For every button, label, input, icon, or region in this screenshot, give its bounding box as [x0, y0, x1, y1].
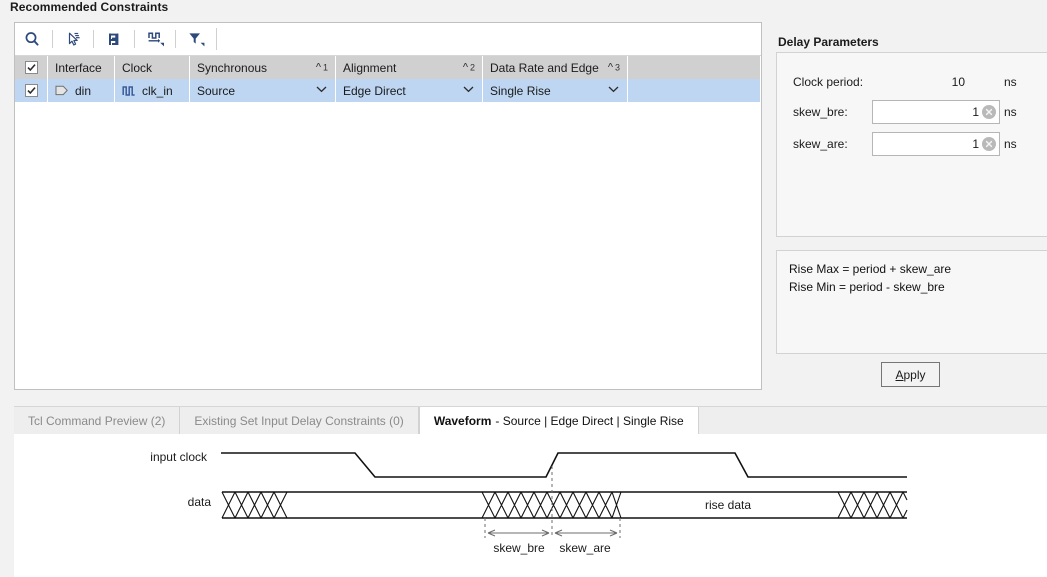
filter-icon[interactable]	[183, 27, 209, 51]
waveform-canvas: input clock data rise data skew_bre skew…	[14, 434, 1047, 577]
skew-bre-field[interactable]	[872, 100, 1000, 124]
tab-existing-set-input-delay-constraints[interactable]: Existing Set Input Delay Constraints (0)	[180, 407, 419, 434]
cell-interface-label: din	[75, 83, 92, 98]
select-all-checkbox[interactable]	[24, 61, 38, 74]
cell-clock[interactable]: clk_in	[115, 79, 190, 102]
clock-period-label: Clock period:	[793, 75, 864, 89]
toolbar-separator-1	[52, 30, 53, 48]
toolbar-separator-2	[93, 30, 94, 48]
skew-are-field[interactable]	[872, 132, 1000, 156]
tab-waveform[interactable]: Waveform - Source | Edge Direct | Single…	[418, 407, 699, 434]
header-synchronous-label: Synchronous	[197, 60, 268, 75]
waveform-rise-data-label: rise data	[705, 498, 751, 512]
data-crosshatch-left	[221, 491, 288, 519]
toolbar-separator-3	[134, 30, 135, 48]
cell-data-rate-dropdown[interactable]: Single Rise	[483, 79, 628, 102]
apply-button-label: Apply	[895, 368, 925, 382]
header-alignment[interactable]: Alignment ^ 2	[336, 56, 483, 79]
chevron-down-icon[interactable]	[608, 85, 619, 95]
skew-bre-input[interactable]	[881, 105, 979, 119]
clear-circle-icon[interactable]	[982, 137, 996, 151]
header-synchronous[interactable]: Synchronous ^ 1	[190, 56, 336, 79]
formula-panel: Rise Max = period + skew_are Rise Min = …	[776, 250, 1047, 354]
cell-clock-label: clk_in	[142, 83, 173, 98]
skew-bre-measure	[487, 529, 550, 537]
constraints-toolbar	[15, 23, 761, 56]
skew-are-input[interactable]	[881, 137, 979, 151]
chevron-down-icon[interactable]	[463, 85, 474, 95]
app-root: Recommended Constraints Interface Clock …	[0, 0, 1047, 577]
row-checkbox[interactable]	[24, 84, 38, 97]
header-data-rate-label: Data Rate and Edge	[490, 60, 599, 75]
apply-rest: pply	[903, 367, 926, 382]
cell-filler	[628, 79, 761, 102]
delay-parameters-panel: Clock period: 10 ns skew_bre: ns skew_ar…	[776, 52, 1047, 237]
sort-order-number: 1	[322, 62, 328, 72]
toolbar-separator-5	[216, 28, 217, 50]
caret-up-icon: ^	[315, 61, 321, 73]
tab-tcl-command-preview[interactable]: Tcl Command Preview (2)	[14, 407, 181, 434]
skew-are-label: skew_are:	[793, 137, 848, 151]
skew-bre-row: skew_bre: ns	[777, 100, 1047, 124]
table-header-row: Interface Clock Synchronous ^ 1 Alignmen…	[15, 56, 761, 79]
header-alignment-label: Alignment	[343, 60, 397, 75]
chevron-down-icon[interactable]	[316, 85, 327, 95]
tab-strip-filler	[699, 407, 1047, 434]
sort-indicator-data-rate: ^ 3	[608, 62, 620, 73]
skew-bre-unit: ns	[1004, 105, 1017, 119]
waveform-diagram: input clock data rise data skew_bre skew…	[150, 450, 908, 555]
collapse-icon[interactable]	[101, 27, 127, 51]
sort-indicator-alignment: ^ 2	[463, 62, 475, 73]
search-icon[interactable]	[19, 27, 45, 51]
clear-circle-icon[interactable]	[982, 105, 996, 119]
bottom-tab-strip: Tcl Command Preview (2) Existing Set Inp…	[14, 406, 1047, 434]
tab-waveform-subtitle: - Source | Edge Direct | Single Rise	[495, 413, 684, 428]
cell-synchronous-value: Source	[197, 83, 236, 98]
port-icon	[55, 85, 69, 96]
clock-period-unit: ns	[1004, 75, 1017, 89]
sort-indicator-synchronous: ^ 1	[316, 62, 328, 73]
delay-parameters-title: Delay Parameters	[778, 35, 879, 49]
page-title: Recommended Constraints	[10, 0, 169, 14]
constraints-table: Interface Clock Synchronous ^ 1 Alignmen…	[15, 56, 761, 102]
skew-are-row: skew_are: ns	[777, 132, 1047, 156]
header-data-rate-and-edge[interactable]: Data Rate and Edge ^ 3	[483, 56, 628, 79]
formula-line-rise-min: Rise Min = period - skew_bre	[789, 280, 945, 294]
cell-data-rate-value: Single Rise	[490, 83, 551, 98]
skew-are-measure	[554, 529, 618, 537]
sort-order-number: 2	[469, 62, 475, 72]
skew-bre-measure-label: skew_bre	[493, 541, 545, 555]
header-select-all-cell	[15, 56, 48, 79]
tab-waveform-title: Waveform	[433, 413, 492, 428]
apply-mnemonic: A	[895, 367, 904, 382]
caret-up-icon: ^	[607, 61, 613, 73]
row-select-cell	[15, 79, 48, 102]
skew-bre-label: skew_bre:	[793, 105, 848, 119]
caret-up-icon: ^	[462, 61, 468, 73]
clock-period-row: Clock period: 10 ns	[777, 71, 1047, 93]
cell-synchronous-dropdown[interactable]: Source	[190, 79, 336, 102]
cell-interface[interactable]: din	[48, 79, 115, 102]
header-clock[interactable]: Clock	[115, 56, 190, 79]
sort-order-number: 3	[614, 62, 620, 72]
skew-are-unit: ns	[1004, 137, 1017, 151]
toolbar-separator-4	[175, 30, 176, 48]
header-interface[interactable]: Interface	[48, 56, 115, 79]
clock-icon	[122, 85, 136, 97]
cell-alignment-dropdown[interactable]: Edge Direct	[336, 79, 483, 102]
clock-period-value: 10	[951, 75, 965, 89]
apply-button[interactable]: Apply	[881, 362, 940, 387]
formula-line-rise-max: Rise Max = period + skew_are	[789, 262, 952, 276]
header-filler	[628, 56, 761, 79]
table-row[interactable]: din clk_in Source Edge Direct Single Ris…	[15, 79, 761, 102]
clock-waveform-icon[interactable]	[142, 27, 168, 51]
select-cursor-icon[interactable]	[60, 27, 86, 51]
clock-waveform-trace	[221, 452, 907, 478]
recommended-constraints-panel: Interface Clock Synchronous ^ 1 Alignmen…	[14, 22, 762, 390]
skew-are-measure-label: skew_are	[559, 541, 611, 555]
waveform-clock-label: input clock	[150, 450, 208, 464]
cell-alignment-value: Edge Direct	[343, 83, 406, 98]
waveform-data-label: data	[188, 495, 212, 509]
data-crosshatch-right	[837, 491, 908, 519]
